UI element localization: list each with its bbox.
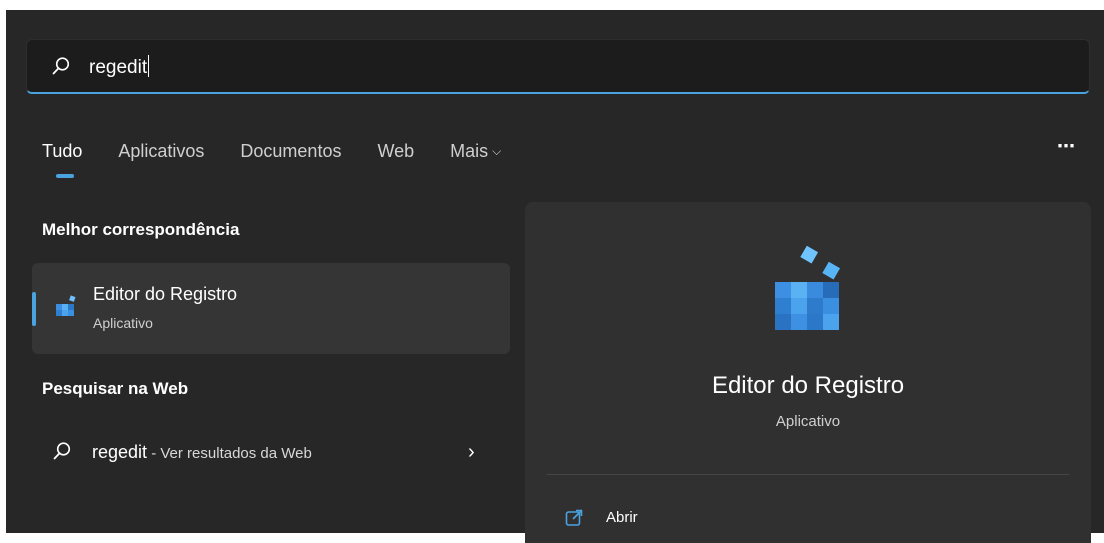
- tab-tudo[interactable]: Tudo: [42, 141, 82, 178]
- web-query-suffix: - Ver resultados da Web: [147, 445, 312, 462]
- selection-indicator: [32, 292, 36, 326]
- chevron-down-icon: ⌵: [492, 143, 502, 158]
- registry-editor-icon: [56, 295, 76, 316]
- filter-tabs: Tudo Aplicativos Documentos Web Mais ⌵: [42, 136, 537, 178]
- open-icon: [565, 509, 583, 526]
- search-input[interactable]: regedit: [89, 55, 150, 80]
- tab-web[interactable]: Web: [377, 141, 414, 162]
- app-type: Aplicativo: [93, 315, 153, 331]
- web-search-heading: Pesquisar na Web: [42, 379, 189, 398]
- open-action-label: Abrir: [606, 509, 638, 526]
- web-query-text: regedit: [92, 442, 148, 462]
- detail-title: Editor do Registro: [711, 372, 905, 399]
- search-icon: [53, 442, 71, 460]
- search-window: regedit Tudo Aplicativos Documentos Web …: [6, 10, 1104, 543]
- tab-documentos[interactable]: Documentos: [240, 141, 341, 162]
- tab-mais-label: Mais: [450, 140, 489, 161]
- web-search-item[interactable]: regedit - Ver resultados da Web ›: [32, 427, 510, 477]
- registry-editor-icon: [775, 245, 841, 330]
- chevron-right-icon: ›: [468, 441, 475, 463]
- detail-subtitle: Aplicativo: [775, 413, 841, 430]
- tab-aplicativos[interactable]: Aplicativos: [118, 141, 204, 162]
- detail-panel: Editor do Registro Aplicativo Abrir: [525, 202, 1091, 543]
- best-match-item[interactable]: Editor do Registro Aplicativo: [32, 263, 510, 354]
- more-options-icon[interactable]: ⋯: [1057, 136, 1076, 157]
- search-box[interactable]: regedit: [26, 39, 1090, 94]
- text-caret: [148, 55, 150, 77]
- app-name: Editor do Registro: [93, 284, 238, 304]
- web-search-query: regedit - Ver resultados da Web: [92, 442, 312, 463]
- best-match-heading: Melhor correspondência: [42, 220, 240, 239]
- search-icon: [52, 57, 70, 75]
- tab-mais[interactable]: Mais ⌵: [450, 141, 501, 162]
- divider: [547, 474, 1069, 475]
